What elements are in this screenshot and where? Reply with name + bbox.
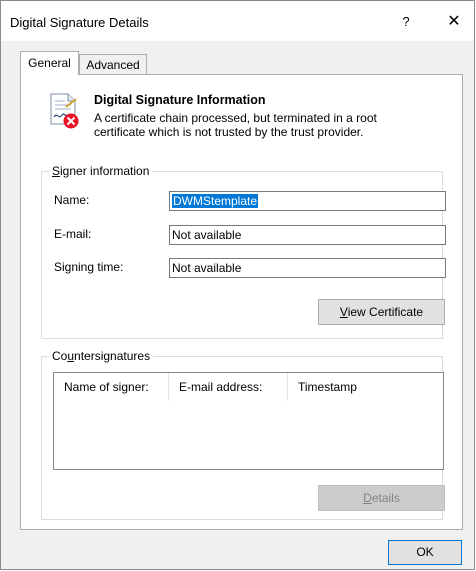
- name-label: Name:: [54, 193, 90, 207]
- signer-information-group: Signer information Name: DWMStemplate E-…: [41, 164, 446, 339]
- email-label: E-mail:: [54, 227, 92, 241]
- general-tab-panel: Digital Signature Information A certific…: [20, 74, 463, 530]
- title-bar: Digital Signature Details ? ✕: [1, 1, 474, 41]
- column-timestamp[interactable]: Timestamp: [288, 373, 443, 401]
- ok-button[interactable]: OK: [388, 540, 462, 565]
- column-name-of-signer[interactable]: Name of signer:: [54, 373, 169, 401]
- email-field[interactable]: Not available: [169, 225, 446, 245]
- digital-signature-details-dialog: Digital Signature Details ? ✕ General Ad…: [0, 0, 475, 570]
- signed-document-error-icon: [48, 93, 80, 129]
- countersignatures-list[interactable]: Name of signer: E-mail address: Timestam…: [53, 372, 444, 470]
- tab-general[interactable]: General: [20, 51, 79, 75]
- window-title: Digital Signature Details: [10, 15, 149, 30]
- name-field[interactable]: DWMStemplate: [169, 191, 446, 211]
- countersignatures-group: Countersignatures Name of signer: E-mail…: [41, 349, 445, 520]
- signer-information-legend: Signer information: [49, 164, 153, 178]
- signing-time-label: Signing time:: [54, 260, 124, 274]
- info-message: A certificate chain processed, but termi…: [94, 111, 377, 139]
- tab-advanced[interactable]: Advanced: [79, 54, 147, 75]
- close-button[interactable]: ✕: [437, 9, 471, 35]
- details-button[interactable]: Details: [318, 485, 445, 511]
- view-certificate-button[interactable]: View Certificate: [318, 299, 445, 325]
- help-button[interactable]: ?: [391, 9, 421, 35]
- info-title: Digital Signature Information: [94, 93, 266, 107]
- signing-time-field[interactable]: Not available: [169, 258, 446, 278]
- column-email-address[interactable]: E-mail address:: [169, 373, 288, 401]
- countersignatures-legend: Countersignatures: [49, 349, 154, 363]
